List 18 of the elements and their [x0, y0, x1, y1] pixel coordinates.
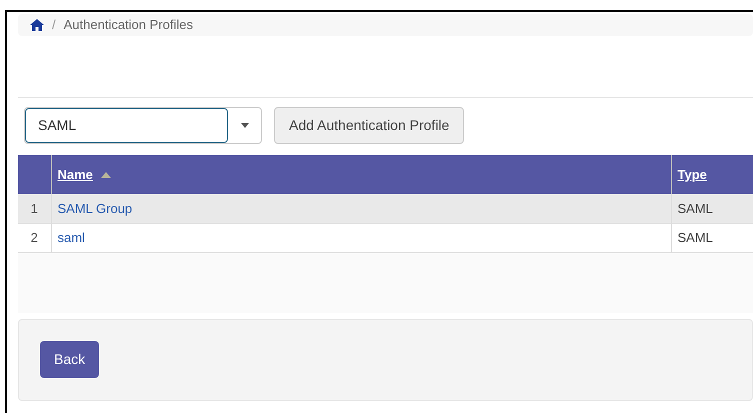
profile-name-link[interactable]: SAML Group — [58, 200, 132, 216]
profile-name-link[interactable]: saml — [58, 230, 85, 245]
table-row[interactable]: 2 saml SAML — [18, 223, 753, 252]
sort-ascending-icon[interactable] — [100, 172, 111, 178]
name-column-header[interactable]: Name — [58, 164, 93, 184]
row-number: 1 — [18, 194, 51, 223]
type-column-header[interactable]: Type — [671, 155, 753, 194]
add-profile-button[interactable]: Add Authentication Profile — [274, 107, 464, 144]
caret-icon[interactable] — [240, 123, 248, 128]
table-row[interactable]: 1 SAML Group SAML — [18, 194, 753, 223]
type-cell: SAML — [671, 223, 753, 252]
home-icon[interactable] — [30, 19, 44, 31]
breadcrumb-current: Authentication Profiles — [64, 16, 193, 34]
row-number: 2 — [18, 223, 51, 252]
filter-combobox[interactable]: SAML — [24, 107, 262, 144]
back-button[interactable]: Back — [40, 341, 100, 378]
type-cell: SAML — [671, 194, 753, 223]
breadcrumb-separator: / — [52, 16, 56, 34]
